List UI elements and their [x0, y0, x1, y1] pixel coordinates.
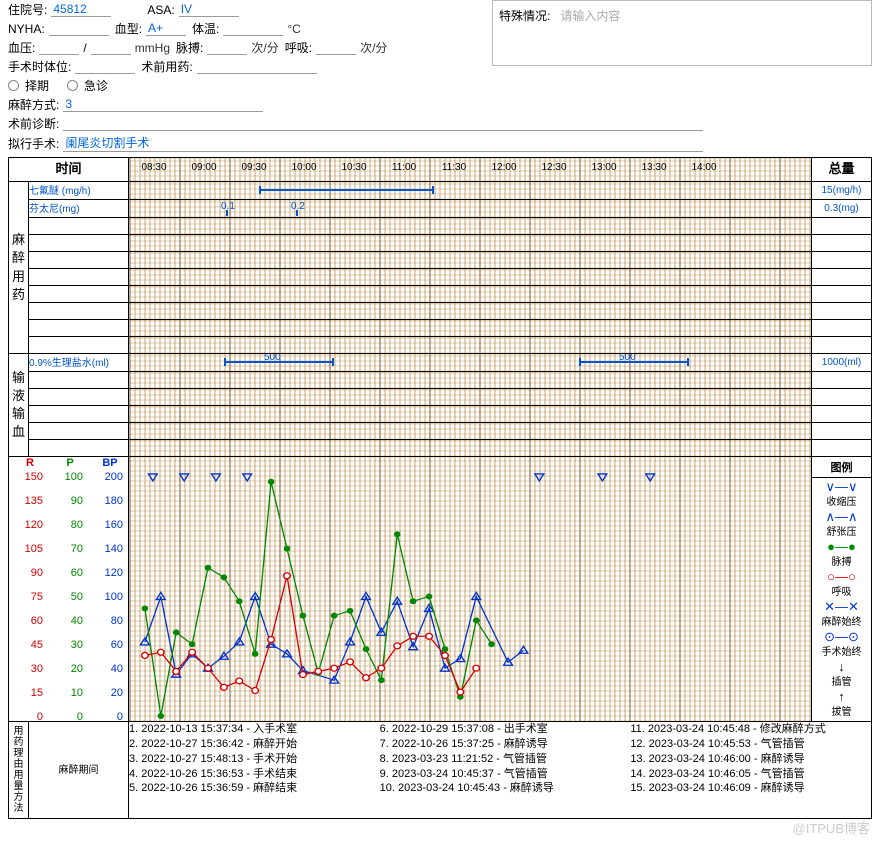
blood-type-label: 血型: — [115, 20, 142, 37]
preop-value[interactable] — [197, 60, 317, 74]
time-header: 时间 — [9, 158, 129, 182]
hospital-id-label: 住院号: — [8, 1, 47, 18]
resp-value[interactable] — [316, 41, 356, 55]
bp-dia[interactable] — [91, 41, 131, 55]
special-input[interactable]: 请输入内容 — [560, 7, 865, 59]
bp-unit: mmHg — [135, 41, 170, 55]
main-chart-table: 时间 08:3009:0009:3010:0010:3011:0011:3012… — [8, 157, 872, 819]
temp-label: 体温: — [192, 20, 219, 37]
bp-label: 血压: — [8, 39, 35, 56]
drug-total-1: 0.3(mg) — [812, 200, 872, 218]
drug-row-0 — [129, 182, 812, 200]
special-label: 特殊情况: — [499, 7, 550, 59]
pulse-label: 脉搏: — [176, 39, 203, 56]
preop-diag-value[interactable] — [63, 117, 703, 131]
temp-unit: °C — [287, 22, 300, 36]
legend-box: 图例 ∨—∨收缩压 ∧—∧舒张压 ●—●脉搏 ○—○呼吸 ✕—✕麻醉始终 ⊙—⊙… — [812, 457, 872, 722]
drug-total-0: 15(mg/h) — [812, 182, 872, 200]
infusion-total-0: 1000(ml) — [812, 354, 872, 372]
pos-value[interactable] — [75, 60, 135, 74]
asa-label: ASA: — [147, 3, 174, 17]
method-value[interactable]: 3 — [63, 97, 263, 112]
pulse-unit: 次/分 — [251, 39, 278, 56]
watermark: @ITPUB博客 — [793, 818, 870, 837]
nyha-value[interactable] — [49, 22, 109, 36]
asa-value[interactable]: IV — [179, 2, 239, 17]
preop-diag-label: 术前诊断: — [8, 115, 59, 132]
events-list: 1. 2022-10-13 15:37:34 - 入手术室2. 2022-10-… — [129, 722, 872, 819]
emergency-radio[interactable] — [67, 80, 78, 91]
chart-axes: R1501351201059075604530150P1009080706050… — [9, 457, 129, 722]
blood-type-value[interactable]: A+ — [146, 21, 186, 36]
resp-label: 呼吸: — [285, 39, 312, 56]
legend-header: 图例 — [812, 457, 871, 478]
special-box: 特殊情况: 请输入内容 — [492, 0, 872, 66]
infusion-row-0: 500500 — [129, 354, 812, 372]
elective-label: 择期 — [25, 77, 49, 94]
hospital-id-value[interactable]: 45812 — [51, 2, 111, 17]
elective-radio[interactable] — [8, 80, 19, 91]
preop-label: 术前用药: — [141, 58, 192, 75]
total-header: 总量 — [812, 158, 872, 182]
planned-label: 拟行手术: — [8, 135, 59, 152]
temp-value[interactable] — [223, 22, 283, 36]
events-left-label: 用药理由用量方法 — [9, 722, 29, 819]
bp-sys[interactable] — [39, 41, 79, 55]
drug-name-0: 七氟醚 (mg/h) — [29, 182, 129, 200]
nyha-label: NYHA: — [8, 22, 45, 36]
method-label: 麻醉方式: — [8, 96, 59, 113]
anesth-section-label: 麻醉用药 — [9, 182, 29, 354]
time-axis: 08:3009:0009:3010:0010:3011:0011:3012:00… — [129, 158, 812, 182]
infusion-name-0: 0.9%生理盐水(ml) — [29, 354, 129, 372]
drug-name-1: 芬太尼(mg) — [29, 200, 129, 218]
pos-label: 手术时体位: — [8, 58, 71, 75]
drug-row-1: 0.10.2 — [129, 200, 812, 218]
pulse-value[interactable] — [207, 41, 247, 55]
events-right-label: 麻醉期间 — [29, 722, 129, 819]
vitals-chart — [129, 457, 812, 722]
emergency-label: 急诊 — [84, 77, 108, 94]
planned-value[interactable]: 阑尾炎切割手术 — [63, 134, 703, 152]
infusion-section-label: 输液输血 — [9, 354, 29, 457]
resp-unit: 次/分 — [360, 39, 387, 56]
